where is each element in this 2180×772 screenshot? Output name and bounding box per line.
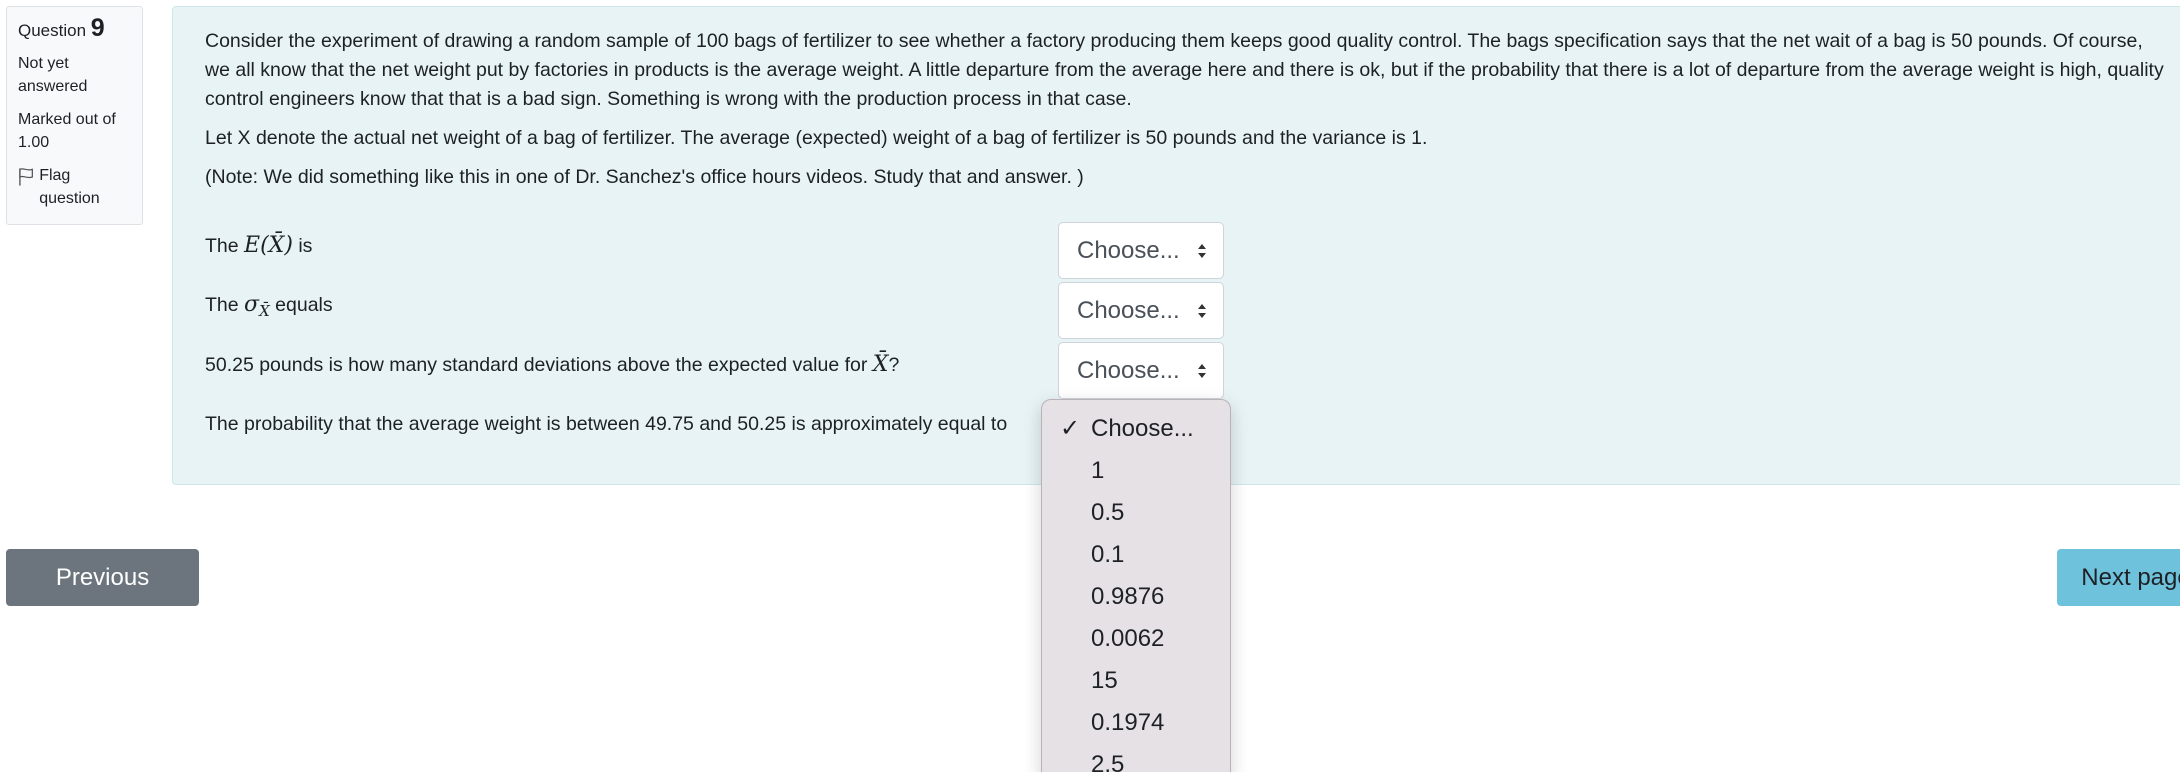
- subquestion-2-suffix: equals: [269, 294, 333, 316]
- answer-select-1[interactable]: Choose...: [1058, 222, 1224, 279]
- flag-question-link[interactable]: Flag question: [18, 164, 131, 210]
- subquestion-2-math: σ: [244, 292, 260, 317]
- subquestion-2-sub: X̄: [259, 301, 270, 320]
- select-3-value: Choose...: [1077, 357, 1180, 384]
- question-label: Question: [18, 21, 87, 40]
- select-2-value: Choose...: [1077, 297, 1180, 324]
- subquestion-1-math: E(X̄): [244, 233, 293, 258]
- flag-icon: [19, 168, 33, 186]
- subquestion-1-suffix: is: [292, 235, 313, 257]
- dropdown-option[interactable]: 1: [1042, 450, 1230, 492]
- question-grade: Marked out of 1.00: [18, 111, 116, 151]
- answer-select-4-dropdown[interactable]: ✓ Choose... 1 0.5 0.1 0.9876 0.0062 15 0.…: [1041, 399, 1231, 772]
- select-arrows-icon: [1198, 364, 1206, 378]
- subquestion-4-prefix: The probability that the average weight …: [205, 413, 1008, 435]
- subquestion-4: The probability that the average weight …: [205, 410, 1007, 439]
- subquestion-3-math: X̄: [872, 352, 889, 377]
- dropdown-option-choose[interactable]: ✓ Choose...: [1042, 408, 1230, 450]
- dropdown-option[interactable]: 0.5: [1042, 492, 1230, 534]
- question-paragraph-1: Consider the experiment of drawing a ran…: [205, 30, 2164, 110]
- previous-page-button[interactable]: Previous page: [6, 549, 199, 648]
- option-label: Choose...: [1091, 415, 1194, 442]
- subquestion-1-prefix: The: [205, 235, 245, 257]
- subquestion-3: 50.25 pounds is how many standard deviat…: [205, 350, 899, 380]
- question-info-box: Question 9 Not yet answered Marked out o…: [6, 6, 143, 225]
- dropdown-option[interactable]: 2.5: [1042, 744, 1230, 772]
- question-state: Not yet answered: [18, 55, 88, 95]
- dropdown-option[interactable]: 0.1974: [1042, 702, 1230, 744]
- flag-question-label: Flag question: [39, 167, 100, 207]
- select-arrows-icon: [1198, 304, 1206, 318]
- select-1-value: Choose...: [1077, 237, 1180, 264]
- question-number: Question 9: [18, 14, 131, 42]
- subquestion-3-suffix: ?: [888, 354, 900, 376]
- question-number-value: 9: [90, 14, 105, 42]
- dropdown-option[interactable]: 15: [1042, 660, 1230, 702]
- subquestion-2-prefix: The: [205, 294, 245, 316]
- next-page-button[interactable]: Next page: [2057, 549, 2180, 606]
- checkmark-icon: ✓: [1060, 415, 1081, 442]
- answer-select-3[interactable]: Choose...: [1058, 342, 1224, 399]
- subquestion-2: The σX̄ equals: [205, 290, 333, 326]
- question-paragraph-2: Let X denote the actual net weight of a …: [205, 127, 1428, 149]
- answer-select-2[interactable]: Choose...: [1058, 282, 1224, 339]
- question-paragraph-3: (Note: We did something like this in one…: [205, 166, 1084, 188]
- dropdown-option[interactable]: 0.9876: [1042, 576, 1230, 618]
- select-arrows-icon: [1198, 244, 1206, 258]
- subquestion-3-prefix: 50.25 pounds is how many standard deviat…: [205, 354, 873, 376]
- dropdown-option[interactable]: 0.1: [1042, 534, 1230, 576]
- dropdown-option[interactable]: 0.0062: [1042, 618, 1230, 660]
- subquestion-1: The E(X̄) is: [205, 231, 312, 261]
